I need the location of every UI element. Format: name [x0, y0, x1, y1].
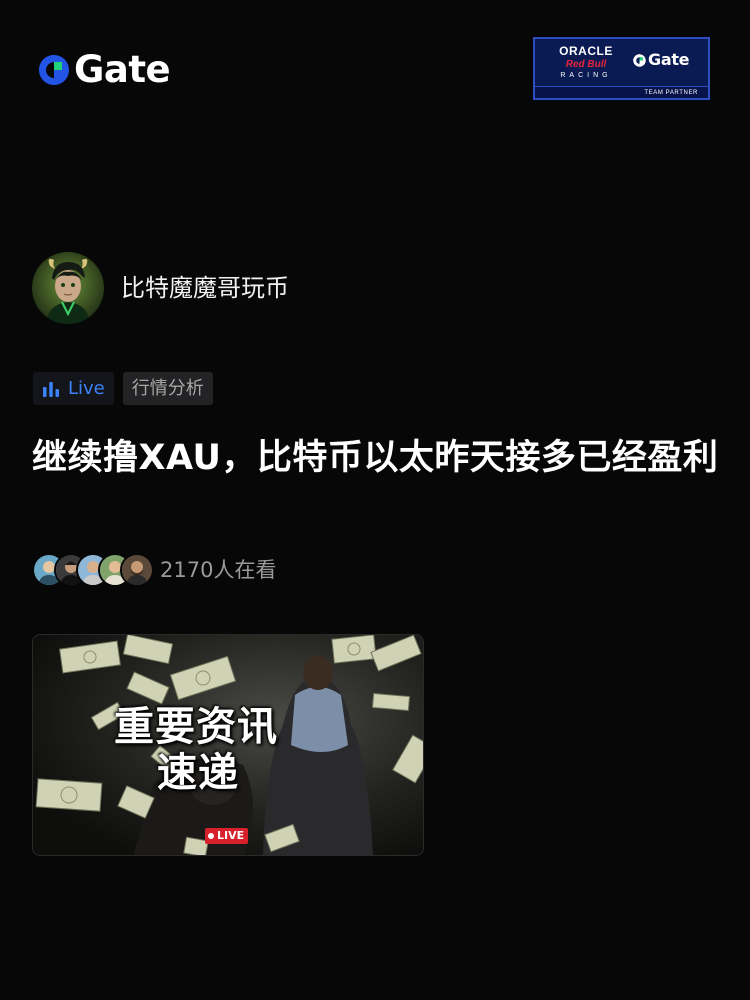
gate-logo-text: Gate [74, 48, 171, 91]
partner-gate-logo: Gate [632, 50, 690, 69]
live-stream-card[interactable]: 重要资讯 速递 LIVE [32, 634, 424, 856]
bar-chart-icon [43, 381, 59, 397]
viewer-avatar-stack [32, 553, 154, 587]
live-badge: LIVE [205, 828, 249, 844]
live-badge-label: LIVE [217, 829, 245, 842]
viewers-row: 2170人在看 [32, 553, 276, 587]
live-dot-icon [208, 833, 214, 839]
gate-logo[interactable]: Gate [36, 48, 171, 91]
cover-headline-line-2: 速递 [157, 750, 239, 796]
live-tag-label: Live [68, 378, 105, 399]
avatar-horned-character-icon[interactable] [32, 252, 104, 324]
viewer-avatar [120, 553, 154, 587]
post-title[interactable]: 继续撸XAU，比特币以太昨天接多已经盈利 [32, 431, 722, 485]
team-partner-badge: ORACLE Red Bull RACING Gate TEAM PARTNER [533, 37, 710, 100]
post-tags: Live 行情分析 [33, 372, 213, 405]
partner-gate-text: Gate [648, 50, 690, 69]
oracle-text: ORACLE [559, 44, 613, 58]
live-tag[interactable]: Live [33, 372, 114, 405]
gate-logo-icon [39, 55, 69, 85]
racing-text: RACING [560, 72, 612, 79]
viewer-count: 2170人在看 [160, 558, 277, 582]
author-name[interactable]: 比特魔魔哥玩币 [121, 273, 289, 303]
category-tag[interactable]: 行情分析 [122, 372, 213, 405]
team-partner-label: TEAM PARTNER [535, 86, 708, 98]
cover-headline-line-1: 重要资讯 [114, 704, 278, 750]
redbull-text: Red Bull [565, 59, 607, 70]
oracle-redbull-racing-logo: ORACLE Red Bull RACING [543, 45, 629, 81]
gate-logo-icon [633, 53, 646, 67]
author-row[interactable]: 比特魔魔哥玩币 [32, 252, 289, 324]
